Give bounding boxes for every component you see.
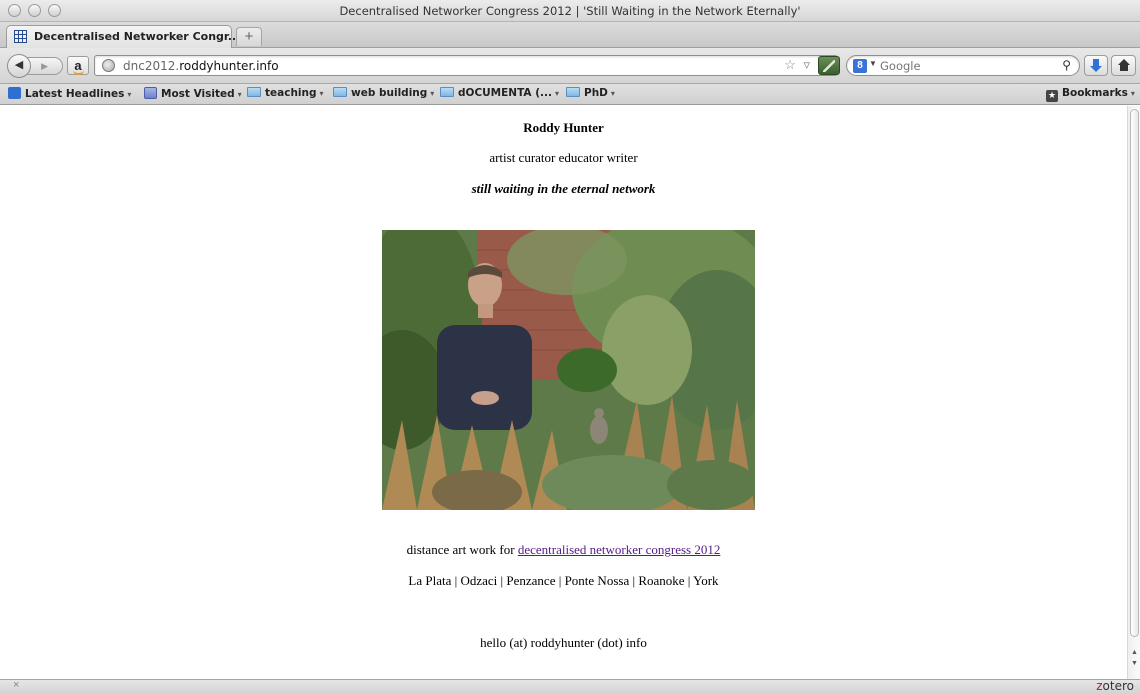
chevron-down-icon[interactable]: ▼ (869, 59, 877, 68)
bookmark-label: Most Visited (161, 88, 235, 100)
chevron-down-icon: ▾ (554, 89, 559, 98)
bookmark-folder-teaching[interactable]: teaching ▾ (247, 87, 324, 102)
scrollbar-thumb[interactable] (1130, 109, 1139, 637)
chevron-down-icon: ▾ (1130, 89, 1135, 98)
page-title: Roddy Hunter (523, 120, 604, 135)
chevron-down-icon: ▾ (319, 89, 324, 98)
grid-favicon-icon (14, 30, 27, 43)
distance-art-prefix: distance art work for (406, 542, 518, 557)
search-input[interactable]: Google (880, 59, 921, 73)
window-titlebar: Decentralised Networker Congress 2012 | … (0, 0, 1140, 22)
most-visited-icon (144, 87, 157, 99)
tab-decentralised-networker[interactable]: Decentralised Networker Congr... (6, 25, 240, 48)
bookmark-label: dOCUMENTA (... (458, 87, 552, 99)
bookmark-most-visited[interactable]: Most Visited ▾ (144, 87, 242, 102)
folder-icon (566, 87, 580, 97)
search-bar[interactable]: 8 ▼ Google ⚲ (846, 55, 1080, 76)
bookmark-label: PhD (584, 87, 608, 99)
congress-link[interactable]: decentralised networker congress 2012 (518, 542, 721, 557)
bookmark-label: Latest Headlines (25, 88, 125, 100)
zotero-rest: otero (1102, 679, 1134, 693)
tagline: still waiting in the eternal network (471, 181, 656, 196)
search-icon[interactable]: ⚲ (1062, 58, 1071, 72)
rss-icon (8, 87, 21, 99)
scroll-up-icon[interactable]: ▲ (1131, 649, 1138, 656)
tab-label: Decentralised Networker Congr... (34, 30, 241, 43)
window-title: Decentralised Networker Congress 2012 | … (339, 4, 801, 18)
history-buttons: ◀ ▶ (7, 54, 63, 78)
chevron-down-icon: ▾ (127, 90, 132, 99)
green-arrow-icon[interactable] (818, 56, 840, 75)
url-domain: roddyhunter.info (179, 59, 279, 73)
chevron-down-icon: ▾ (430, 89, 435, 98)
bookmarks-menu-label: Bookmarks (1062, 87, 1128, 99)
tab-strip: Decentralised Networker Congr... + (0, 22, 1140, 48)
url-text[interactable]: dnc2012.roddyhunter.info (123, 59, 279, 73)
home-icon[interactable] (1111, 55, 1136, 76)
url-prefix: dnc2012. (123, 59, 180, 73)
bookmark-latest-headlines[interactable]: Latest Headlines ▾ (8, 87, 131, 102)
roles-text: artist curator educator writer (489, 150, 638, 165)
close-icon[interactable]: × (13, 679, 19, 691)
folder-icon (440, 87, 454, 97)
vertical-scrollbar[interactable]: ▲ ▼ (1127, 106, 1140, 679)
bookmark-label: web building (351, 87, 428, 99)
globe-icon (102, 59, 115, 72)
bookmarks-toolbar: Latest Headlines ▾ Most Visited ▾ teaching… (0, 84, 1140, 105)
chevron-down-icon: ▾ (237, 90, 242, 99)
navigation-toolbar: ◀ ▶ a dnc2012.roddyhunter.info ☆ ▿ C 8 ▼… (0, 48, 1140, 84)
places-list: La Plata | Odzaci | Penzance | Ponte Nos… (408, 573, 719, 588)
back-button[interactable]: ◀ (7, 54, 31, 78)
chevron-down-icon: ▾ (610, 89, 615, 98)
scroll-down-icon[interactable]: ▼ (1131, 660, 1138, 667)
new-tab-button[interactable]: + (236, 27, 262, 46)
zotero-button[interactable]: zotero (1096, 679, 1134, 693)
portrait-photo (382, 230, 755, 510)
download-arrow-icon[interactable] (1084, 55, 1108, 76)
bookmark-folder-web-building[interactable]: web building ▾ (333, 87, 434, 102)
contact-email: hello (at) roddyhunter (dot) info (480, 635, 647, 650)
bookmarks-menu-button[interactable]: ★ Bookmarks ▾ (1046, 87, 1135, 102)
garden-portrait-image (382, 230, 755, 510)
bookmark-label: teaching (265, 87, 317, 99)
bookmark-folder-phd[interactable]: PhD ▾ (566, 87, 615, 102)
folder-icon (247, 87, 261, 97)
folder-icon (333, 87, 347, 97)
bookmark-folder-documenta[interactable]: dOCUMENTA (... ▾ (440, 87, 559, 102)
page-content: Roddy Hunter artist curator educator wri… (0, 106, 1127, 679)
google-logo-icon[interactable]: 8 (853, 59, 867, 73)
amazon-button[interactable]: a (67, 56, 89, 75)
bookmark-star-icon: ★ (1046, 90, 1058, 102)
distance-art-line: distance art work for decentralised netw… (0, 542, 1127, 558)
addon-bar: × zotero (0, 679, 1140, 693)
url-bar[interactable]: dnc2012.roddyhunter.info ☆ ▿ C (94, 55, 838, 76)
